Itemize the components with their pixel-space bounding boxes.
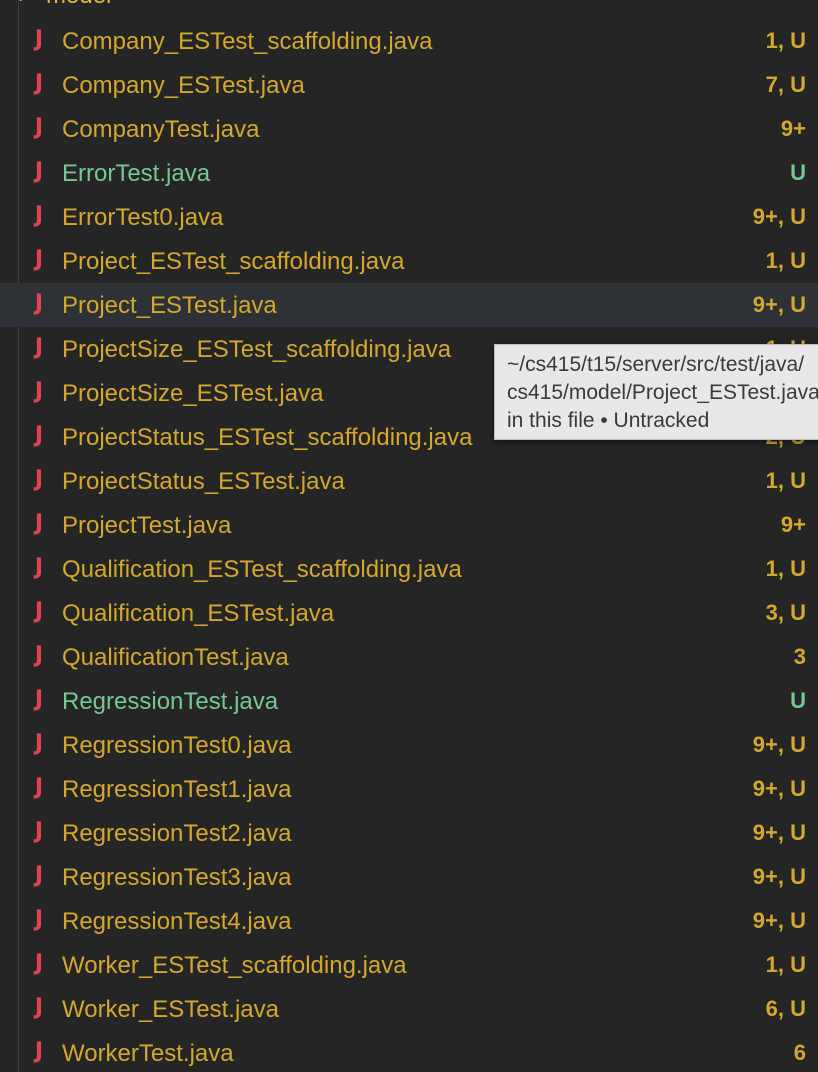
git-status-badge: 1, U xyxy=(765,468,806,493)
file-name: Worker_ESTest.java xyxy=(62,996,279,1023)
git-status-badge: 6 xyxy=(793,1040,806,1065)
git-status-badge: 9+ xyxy=(780,116,806,141)
java-file-icon: J xyxy=(34,643,44,668)
file-row[interactable]: J ErrorTest.java U xyxy=(0,151,818,195)
file-row[interactable]: J RegressionTest3.java 9+, U xyxy=(0,855,818,899)
file-name: Project_ESTest.java xyxy=(62,292,277,319)
file-name: RegressionTest1.java xyxy=(62,776,292,803)
file-row[interactable]: J RegressionTest4.java 9+, U xyxy=(0,899,818,943)
git-status-badge: 1, U xyxy=(765,248,806,273)
git-status-badge: 9+, U xyxy=(752,204,806,229)
file-row[interactable]: J RegressionTest2.java 9+, U xyxy=(0,811,818,855)
git-status-badge: 1, U xyxy=(765,952,806,977)
java-file-icon: J xyxy=(34,247,44,272)
java-file-icon: J xyxy=(34,731,44,756)
file-name: RegressionTest2.java xyxy=(62,820,292,847)
java-file-icon: J xyxy=(34,71,44,96)
file-name: Project_ESTest_scaffolding.java xyxy=(62,248,405,275)
git-status-badge: 3, U xyxy=(765,600,806,625)
file-name: RegressionTest3.java xyxy=(62,864,292,891)
git-status-badge: 6, U xyxy=(765,996,806,1021)
git-status-badge: 3 xyxy=(793,644,806,669)
java-file-icon: J xyxy=(34,159,44,184)
file-row[interactable]: J Worker_ESTest.java 6, U xyxy=(0,987,818,1031)
file-row[interactable]: J Project_ESTest_scaffolding.java 1, U xyxy=(0,239,818,283)
file-row[interactable]: J WorkerTest.java 6 xyxy=(0,1031,818,1072)
explorer-panel: ⌄ model J Company_ESTest_scaffolding.java… xyxy=(0,0,818,1072)
java-file-icon: J xyxy=(34,599,44,624)
file-name: Company_ESTest.java xyxy=(62,72,305,99)
java-file-icon: J xyxy=(34,775,44,800)
java-file-icon: J xyxy=(34,27,44,52)
git-status-badge: 9+, U xyxy=(752,864,806,889)
git-status-badge: 9+, U xyxy=(752,732,806,757)
java-file-icon: J xyxy=(34,819,44,844)
file-row[interactable]: J ProjectTest.java 9+ xyxy=(0,503,818,547)
java-file-icon: J xyxy=(34,951,44,976)
file-name: ProjectStatus_ESTest.java xyxy=(62,468,345,495)
java-file-icon: J xyxy=(34,511,44,536)
folder-name: model xyxy=(46,0,111,10)
git-status-badge: 7, U xyxy=(765,72,806,97)
file-name: RegressionTest.java xyxy=(62,688,279,715)
tooltip-status-line: in this file • Untracked xyxy=(507,409,710,432)
file-name: Qualification_ESTest_scaffolding.java xyxy=(62,556,462,583)
git-status-badge: 9+, U xyxy=(752,908,806,933)
file-row[interactable]: J ErrorTest0.java 9+, U xyxy=(0,195,818,239)
file-name: ProjectStatus_ESTest_scaffolding.java xyxy=(62,424,473,451)
file-name: CompanyTest.java xyxy=(62,116,260,143)
java-file-icon: J xyxy=(34,555,44,580)
git-status-badge: U xyxy=(790,688,806,713)
file-row[interactable]: J CompanyTest.java 9+ xyxy=(0,107,818,151)
file-row[interactable]: J Company_ESTest_scaffolding.java 1, U xyxy=(0,19,818,63)
file-name: WorkerTest.java xyxy=(62,1040,234,1067)
java-file-icon: J xyxy=(34,467,44,492)
file-name: ErrorTest.java xyxy=(62,160,211,187)
file-name: ProjectTest.java xyxy=(62,512,232,539)
git-status-badge: 9+, U xyxy=(752,292,806,317)
file-row[interactable]: J ProjectStatus_ESTest.java 1, U xyxy=(0,459,818,503)
file-row[interactable]: J Worker_ESTest_scaffolding.java 1, U xyxy=(0,943,818,987)
java-file-icon: J xyxy=(34,1039,44,1064)
file-row[interactable]: J Company_ESTest.java 7, U xyxy=(0,63,818,107)
java-file-icon: J xyxy=(34,907,44,932)
file-row[interactable]: J QualificationTest.java 3 xyxy=(0,635,818,679)
file-name: ProjectSize_ESTest.java xyxy=(62,380,324,407)
git-status-badge: U xyxy=(790,160,806,185)
java-file-icon: J xyxy=(34,291,44,316)
file-name: Worker_ESTest_scaffolding.java xyxy=(62,952,407,979)
git-status-badge: 1, U xyxy=(765,556,806,581)
java-file-icon: J xyxy=(34,379,44,404)
file-name: RegressionTest0.java xyxy=(62,732,292,759)
java-file-icon: J xyxy=(34,995,44,1020)
file-name: ProjectSize_ESTest_scaffolding.java xyxy=(62,336,452,363)
java-file-icon: J xyxy=(34,335,44,360)
file-name: QualificationTest.java xyxy=(62,644,289,671)
git-status-badge: 1, U xyxy=(765,28,806,53)
java-file-icon: J xyxy=(34,687,44,712)
file-row[interactable]: J RegressionTest.java U xyxy=(0,679,818,723)
git-status-badge: 9+, U xyxy=(752,776,806,801)
java-file-icon: J xyxy=(34,115,44,140)
file-name: Qualification_ESTest.java xyxy=(62,600,335,627)
file-tooltip: ~/cs415/t15/server/src/test/java/ cs415/… xyxy=(494,344,818,440)
git-status-badge: 9+, U xyxy=(752,820,806,845)
folder-row-model[interactable]: ⌄ model xyxy=(0,0,818,10)
java-file-icon: J xyxy=(34,863,44,888)
file-list: J Company_ESTest_scaffolding.java 1, U J Com… xyxy=(0,19,818,1072)
file-name: Company_ESTest_scaffolding.java xyxy=(62,28,433,55)
chevron-down-icon[interactable]: ⌄ xyxy=(14,0,27,6)
tooltip-path-line-1: ~/cs415/t15/server/src/test/java/ xyxy=(507,353,805,376)
file-row[interactable]: J Qualification_ESTest.java 3, U xyxy=(0,591,818,635)
java-file-icon: J xyxy=(34,423,44,448)
java-file-icon: J xyxy=(34,203,44,228)
file-row[interactable]: J RegressionTest1.java 9+, U xyxy=(0,767,818,811)
git-status-badge: 9+ xyxy=(780,512,806,537)
file-row[interactable]: J Project_ESTest.java 9+, U xyxy=(0,283,818,327)
file-row[interactable]: J Qualification_ESTest_scaffolding.java 1,… xyxy=(0,547,818,591)
file-name: ErrorTest0.java xyxy=(62,204,224,231)
file-row[interactable]: J RegressionTest0.java 9+, U xyxy=(0,723,818,767)
file-name: RegressionTest4.java xyxy=(62,908,292,935)
tooltip-path-line-2: cs415/model/Project_ESTest.java xyxy=(507,381,818,404)
